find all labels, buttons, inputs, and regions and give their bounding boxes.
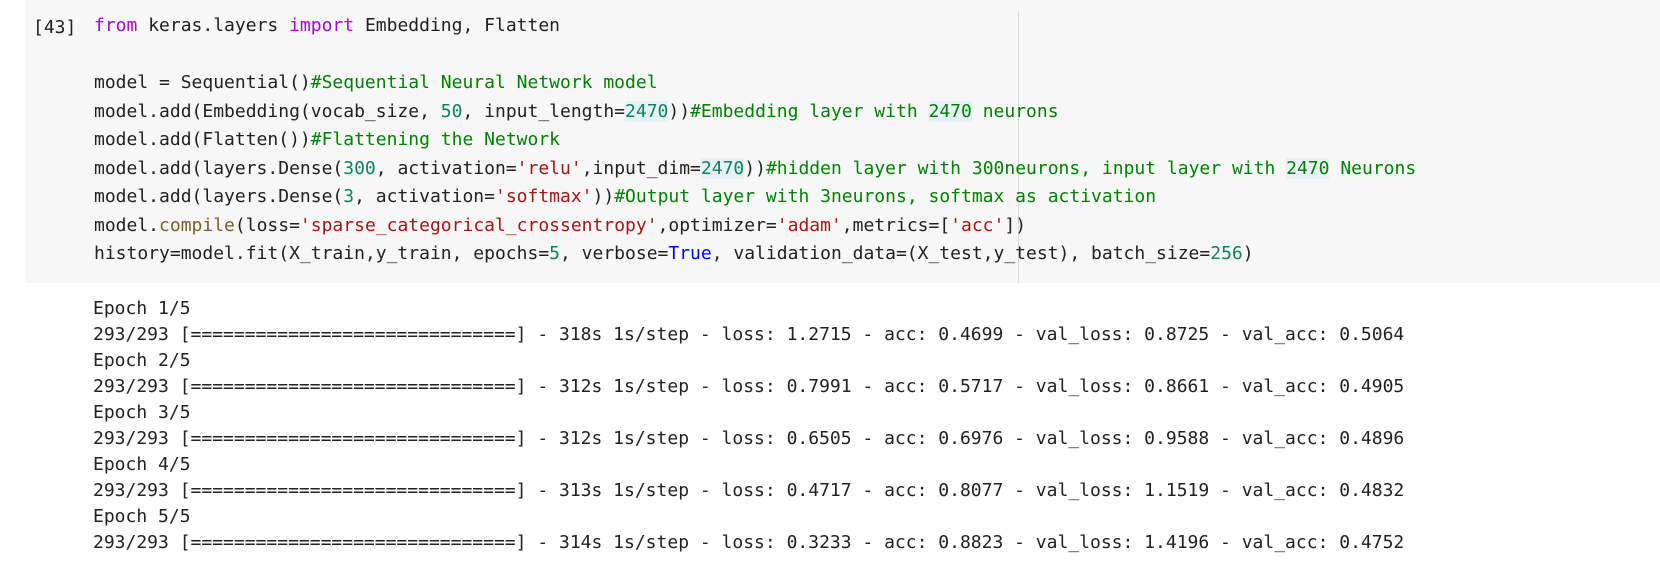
epoch-header: Epoch 1/5 [93,298,191,319]
progress-line: 293/293 [==============================]… [93,376,1405,397]
code-token: 2470 [1286,157,1330,179]
progress-line: 293/293 [==============================]… [93,324,1405,345]
code-token: , input_length= [462,100,626,122]
epoch-header: Epoch 2/5 [93,350,191,371]
code-token: , activation= [354,186,495,207]
code-token: 'relu' [516,157,582,179]
code-token: )) [668,100,691,122]
code-token: model.add(Flatten()) [94,129,311,150]
code-line: model.add(Embedding(vocab_size, 50, inpu… [94,98,1416,127]
code-line: model = Sequential()#Sequential Neural N… [94,69,1416,98]
code-token: (loss= [234,214,300,236]
code-token: )) [592,186,615,207]
execution-count: [43] [33,17,77,38]
code-token: model.add(Embedding(vocab_size, [94,100,441,122]
cell-output: Epoch 1/5 293/293 [======================… [93,296,1404,556]
epoch-header: Epoch 5/5 [93,506,191,527]
progress-line: 293/293 [==============================]… [93,428,1405,449]
code-line: from keras.layers import Embedding, Flat… [94,12,1416,41]
progress-line: 293/293 [==============================]… [93,532,1405,553]
code-token: 5 [549,243,560,264]
code-token: 2470 [700,157,745,179]
code-line: model.add(layers.Dense(300, activation='… [94,155,1416,184]
code-token: model.add(layers.Dense( [94,186,344,207]
code-token: , activation= [375,157,517,179]
code-token: ]) [1004,214,1027,236]
code-line: model.add(Flatten())#Flattening the Netw… [94,126,1416,155]
code-token: 'sparse_categorical_crossentropy' [299,214,658,236]
code-token: #Embedding layer with [690,100,929,122]
code-token: import [289,15,355,36]
code-token: , verbose= [560,243,669,264]
code-token: )) [744,157,766,179]
code-token: 'softmax' [494,186,593,207]
code-token: keras.layers [137,15,290,36]
code-token: 2470 [625,100,669,122]
code-token: Neurons [1329,157,1417,179]
code-token: ) [1242,243,1254,264]
code-token: ,input_dim= [581,157,701,179]
code-token: compile [159,214,235,236]
code-token: 2470 [928,100,972,122]
code-token: , validation_data=(X_test,y_test), batch… [711,243,1211,264]
epoch-header: Epoch 4/5 [93,454,191,475]
code-token: Embedding, Flatten [354,15,561,36]
code-token: #Sequential Neural Network model [310,72,658,93]
code-token: ,metrics=[ [841,214,951,236]
code-token: #Output layer with 3neurons, softmax as … [614,186,1157,207]
code-token: 50 [440,100,463,122]
code-line: history=model.fit(X_train,y_train, epoch… [94,240,1416,269]
code-token: model.add(layers.Dense( [94,157,344,179]
code-token: 'acc' [950,214,1005,236]
code-token: neurons [971,100,1059,122]
code-token: #hidden layer with 300neurons, input lay… [765,157,1287,179]
code-token: history=model.fit(X_train,y_train, epoch… [94,243,550,264]
code-token: model = Sequential() [94,72,311,93]
code-token: model. [94,214,160,236]
code-token: 300 [343,157,376,179]
code-token: from [94,15,138,36]
code-token: ,optimizer= [657,214,777,236]
code-token: #Flattening the Network [310,129,560,150]
code-token: True [668,243,712,264]
epoch-header: Epoch 3/5 [93,402,191,423]
code-line: model.compile(loss='sparse_categorical_c… [94,212,1416,241]
code-line: model.add(layers.Dense(3, activation='so… [94,183,1416,212]
code-token: 'adam' [776,214,842,236]
code-editor[interactable]: from keras.layers import Embedding, Flat… [94,12,1416,269]
code-token: 3 [343,186,355,207]
progress-line: 293/293 [==============================]… [93,480,1405,501]
code-token: 256 [1210,243,1243,264]
